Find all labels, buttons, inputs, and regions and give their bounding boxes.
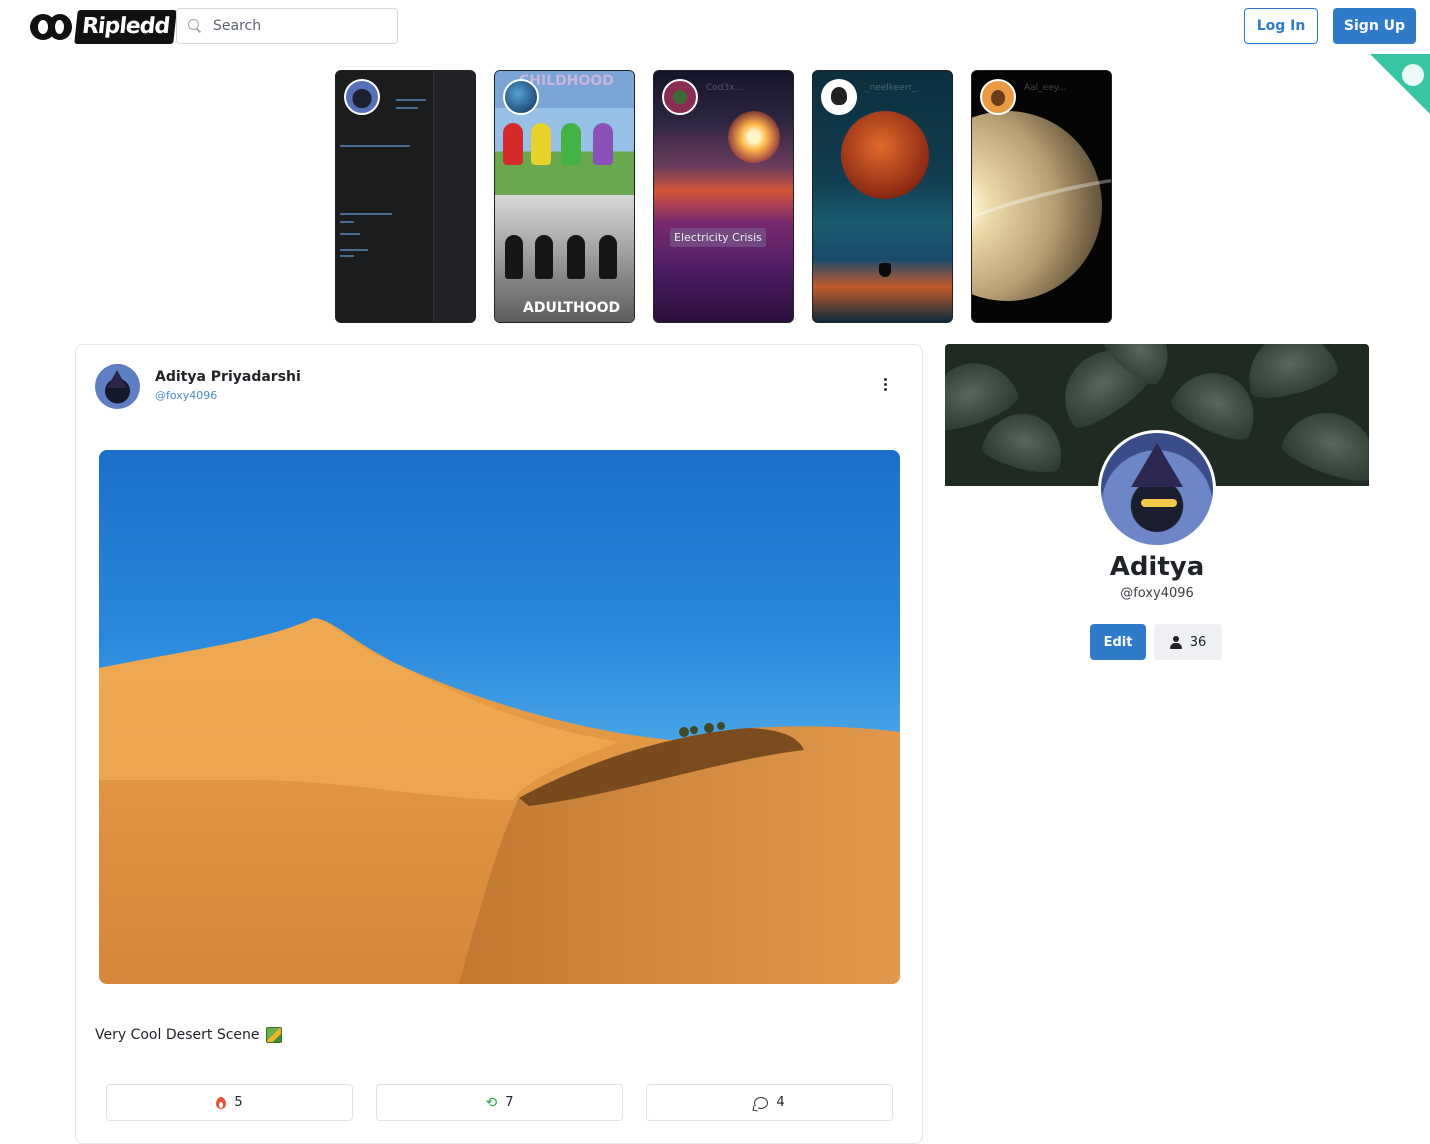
login-button[interactable]: Log In (1244, 8, 1318, 44)
signup-button[interactable]: Sign Up (1333, 8, 1416, 44)
search-box[interactable] (176, 8, 398, 44)
profile-handle: @foxy4096 (1120, 586, 1194, 601)
like-button[interactable]: 5 (106, 1084, 353, 1121)
comment-button[interactable]: 4 (646, 1084, 893, 1121)
comment-icon (754, 1096, 769, 1109)
story-avatar (503, 79, 539, 115)
story-overlay-text: Electricity Crisis (670, 228, 766, 247)
story-card-planet[interactable]: Aal_eey... (971, 70, 1112, 323)
octocat-icon (1402, 64, 1424, 86)
comment-count: 4 (776, 1095, 785, 1110)
repost-button[interactable]: ⟲ 7 (376, 1084, 623, 1121)
ripledd-logo[interactable]: Ripledd (30, 9, 177, 45)
edit-profile-button[interactable]: Edit (1090, 624, 1146, 660)
story-card-moon[interactable]: _neelkeerr_ (812, 70, 953, 323)
logo-icon (30, 14, 72, 40)
story-bottom-text: ADULTHOOD (523, 300, 621, 316)
post-author-handle[interactable]: @foxy4096 (155, 389, 217, 402)
followers-count: 36 (1189, 634, 1207, 650)
map-emoji-icon (265, 1027, 282, 1043)
story-image (728, 111, 780, 163)
post-author-avatar[interactable] (95, 364, 140, 409)
post-author-name[interactable]: Aditya Priyadarshi (155, 369, 301, 385)
story-card-teletubbies[interactable]: CHILDHOOD ADULTHOOD (494, 70, 635, 323)
story-avatar (344, 79, 380, 115)
story-caption: Cod3x... (706, 83, 744, 93)
post-caption: Very Cool Desert Scene (95, 1027, 282, 1043)
story-avatar (821, 79, 857, 115)
stories-row: CHILDHOOD ADULTHOOD Electricity Crisis C… (335, 70, 1112, 323)
story-image (841, 111, 929, 199)
search-input[interactable] (213, 18, 383, 34)
top-navbar: Ripledd Log In Sign Up (0, 0, 1430, 56)
followers-button[interactable]: 36 (1154, 624, 1222, 660)
profile-avatar[interactable] (1098, 430, 1216, 548)
profile-card: Aditya @foxy4096 Edit 36 (945, 344, 1369, 674)
post-image[interactable] (99, 450, 900, 984)
profile-name: Aditya (1109, 552, 1205, 582)
github-corner-ribbon[interactable] (1370, 54, 1430, 114)
repost-icon: ⟲ (485, 1094, 498, 1111)
flame-icon (216, 1096, 227, 1109)
search-icon (187, 18, 203, 34)
story-caption: Aal_eey... (1024, 83, 1067, 93)
desert-scene (99, 618, 900, 984)
person-icon (1169, 635, 1182, 649)
more-options-icon[interactable] (876, 375, 894, 393)
post-caption-text: Very Cool Desert Scene (95, 1027, 260, 1043)
story-caption: _neelkeerr_ (865, 83, 917, 93)
logo-wordmark: Ripledd (74, 10, 177, 44)
repost-count: 7 (505, 1095, 514, 1110)
post-actions: 5 ⟲ 7 4 (106, 1084, 893, 1121)
story-card-electricity[interactable]: Electricity Crisis Cod3x... (653, 70, 794, 323)
story-avatar (980, 79, 1016, 115)
post-card: Aditya Priyadarshi @foxy4096 Very Cool D… (75, 344, 923, 1144)
story-avatar (662, 79, 698, 115)
story-card-code[interactable] (335, 70, 476, 323)
like-count: 5 (234, 1095, 243, 1110)
